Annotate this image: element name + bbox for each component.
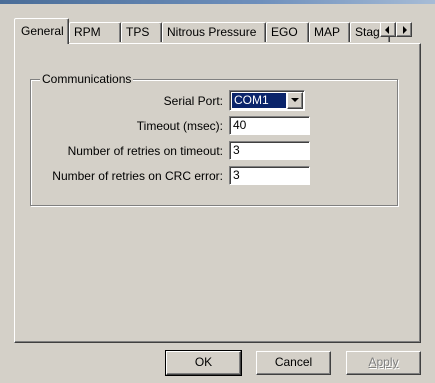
retries-timeout-input[interactable]: 3 xyxy=(229,141,310,160)
tab-nitrous-pressure[interactable]: Nitrous Pressure xyxy=(162,22,266,42)
tab-strip: General RPM TPS Nitrous Pressure EGO MAP… xyxy=(14,16,414,46)
window-top-edge xyxy=(0,0,435,4)
retries-crc-label: Number of retries on CRC error: xyxy=(52,169,223,183)
cancel-button[interactable]: Cancel xyxy=(256,351,331,375)
serial-port-select[interactable]: COM1 xyxy=(229,90,305,111)
timeout-row: Timeout (msec): 40 xyxy=(31,116,391,136)
apply-button-label: Apply xyxy=(368,355,399,369)
serial-port-dropdown-button[interactable] xyxy=(287,92,303,109)
tab-rpm[interactable]: RPM xyxy=(69,22,121,42)
communications-group: Communications Serial Port: COM1 Timeout… xyxy=(30,72,398,206)
apply-button[interactable]: Apply xyxy=(346,351,421,375)
tab-map[interactable]: MAP xyxy=(309,22,350,42)
serial-port-value: COM1 xyxy=(232,93,286,108)
retries-crc-input[interactable]: 3 xyxy=(229,166,310,185)
retries-crc-row: Number of retries on CRC error: 3 xyxy=(31,166,391,186)
retries-timeout-label: Number of retries on timeout: xyxy=(67,144,223,158)
serial-port-row: Serial Port: COM1 xyxy=(31,90,391,111)
arrow-left-icon xyxy=(385,26,389,34)
tab-scroll-right-button[interactable] xyxy=(396,22,412,37)
tab-scroll-left-button[interactable] xyxy=(380,22,396,37)
tab-general[interactable]: General xyxy=(14,18,69,44)
timeout-input[interactable]: 40 xyxy=(229,116,310,135)
timeout-label: Timeout (msec): xyxy=(136,119,223,133)
tab-ego[interactable]: EGO xyxy=(266,22,309,42)
arrow-right-icon xyxy=(403,26,407,34)
general-tab-panel: Communications Serial Port: COM1 Timeout… xyxy=(14,43,421,343)
communications-group-title: Communications xyxy=(40,72,134,86)
tab-tps[interactable]: TPS xyxy=(121,22,162,42)
ok-button[interactable]: OK xyxy=(165,350,242,376)
serial-port-label: Serial Port: xyxy=(163,94,223,108)
retries-timeout-row: Number of retries on timeout: 3 xyxy=(31,141,391,161)
chevron-down-icon xyxy=(291,98,299,102)
